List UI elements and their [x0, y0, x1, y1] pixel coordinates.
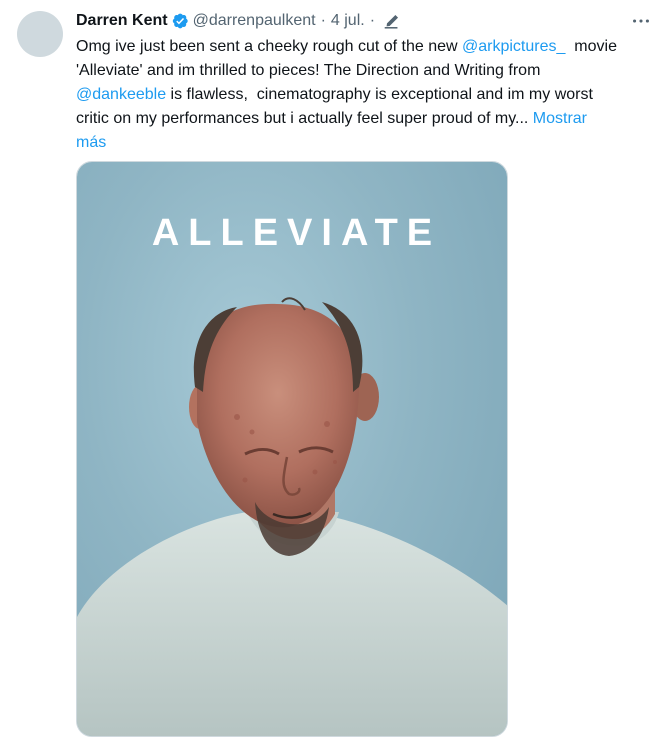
- tweet-header: Darren Kent @darrenpaulkent · 4 jul. ·: [76, 10, 400, 32]
- mention-arkpictures[interactable]: @arkpictures_: [462, 38, 565, 55]
- avatar[interactable]: [17, 11, 63, 57]
- pencil-edit-icon[interactable]: [383, 13, 400, 30]
- text-segment: movie: [565, 38, 617, 55]
- tweet-media-poster[interactable]: ALLEVIATE: [76, 161, 508, 737]
- verified-badge-icon[interactable]: [171, 12, 189, 30]
- tweet-text-line-2: 'Alleviate' and im thrilled to pieces! T…: [76, 62, 541, 79]
- show-more-link-continued[interactable]: más: [76, 134, 106, 151]
- tweet[interactable]: Darren Kent @darrenpaulkent · 4 jul. · O…: [0, 0, 670, 750]
- header-separator: ·: [320, 12, 326, 29]
- more-options-button[interactable]: [626, 8, 656, 34]
- text-segment: is flawless, cinematography is exception…: [166, 86, 593, 103]
- tweet-date[interactable]: 4 jul.: [331, 10, 365, 32]
- user-handle[interactable]: @darrenpaulkent: [193, 10, 316, 32]
- tweet-text-line-3: @dankeeble is flawless, cinematography i…: [76, 83, 662, 107]
- tweet-text: Omg ive just been sent a cheeky rough cu…: [76, 35, 662, 155]
- show-more-link[interactable]: Mostrar: [533, 110, 587, 127]
- text-segment: Omg ive just been sent a cheeky rough cu…: [76, 38, 462, 55]
- header-separator-2: ·: [369, 12, 376, 29]
- tweet-text-line-4: critic on my performances but i actually…: [76, 107, 662, 131]
- display-name[interactable]: Darren Kent: [76, 10, 168, 32]
- tweet-text-line-5: más: [76, 131, 662, 155]
- text-segment: critic on my performances but i actually…: [76, 110, 533, 127]
- mention-dankeeble[interactable]: @dankeeble: [76, 86, 166, 103]
- tweet-text-line-1: Omg ive just been sent a cheeky rough cu…: [76, 35, 662, 59]
- poster-title: ALLEVIATE: [151, 212, 442, 254]
- more-dots-icon: [633, 19, 649, 23]
